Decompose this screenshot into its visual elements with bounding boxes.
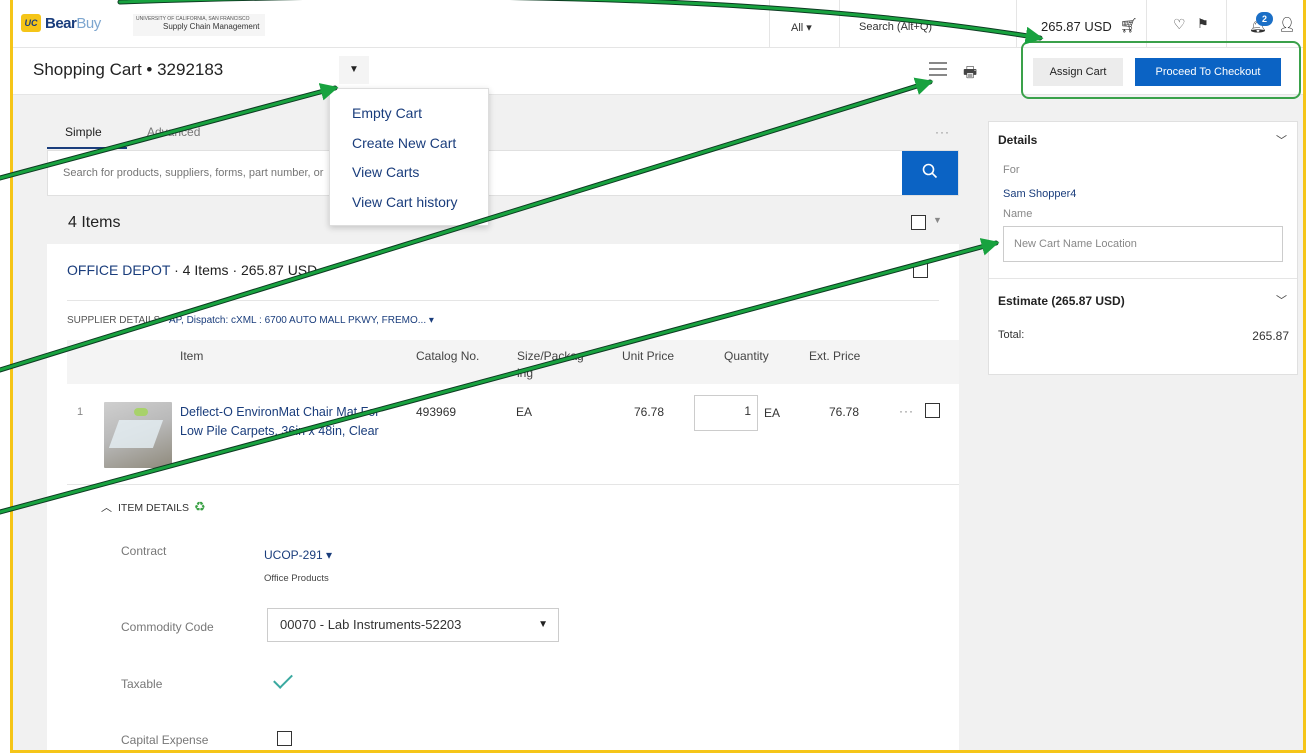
flag-icon[interactable]: ⚑ — [1197, 16, 1209, 32]
heart-icon[interactable]: ♡ — [1173, 16, 1186, 33]
product-search-bar — [47, 150, 959, 196]
quick-search[interactable]: Search (Alt+Q) — [859, 21, 932, 33]
logo-text-bear: Bear — [45, 14, 77, 32]
column-header-size: Size/Packag ing — [517, 349, 584, 380]
menu-item-view-cart-history[interactable]: View Cart history — [330, 188, 488, 218]
search-icon — [922, 163, 938, 178]
supplier-name[interactable]: OFFICE DEPOT — [67, 262, 170, 278]
for-label: For — [1003, 164, 1020, 176]
user-icon[interactable]: 👤︎ — [1278, 16, 1296, 33]
chevron-down-icon: ▼ — [538, 619, 548, 630]
annotation-highlight-box — [1021, 41, 1301, 99]
recycle-icon: ♻ — [193, 499, 206, 514]
notification-badge: 2 — [1256, 12, 1273, 26]
supplier-details: SUPPLIER DETAILS AP, Dispatch: cXML : 67… — [67, 315, 434, 326]
cart-actions-chevron-down-icon[interactable]: ▼ — [339, 56, 369, 84]
menu-icon[interactable] — [929, 62, 947, 78]
catalog-number: 493969 — [416, 405, 457, 419]
item-details-label: ITEM DETAILS — [118, 502, 189, 514]
divider — [839, 0, 840, 48]
search-button[interactable] — [902, 151, 958, 195]
select-all-checkbox[interactable] — [911, 215, 926, 230]
supplier-checkbox[interactable] — [913, 263, 928, 278]
screenshot-frame: UC BearBuy UNIVERSITY OF CALIFORNIA, SAN… — [10, 0, 1306, 753]
menu-item-empty-cart[interactable]: Empty Cart — [330, 99, 488, 129]
taxable-label: Taxable — [121, 677, 163, 691]
cart-icon[interactable]: 🛒︎ — [1120, 17, 1138, 34]
cart-details-panel: Details ﹀ For Sam Shopper4 Name Estimate… — [988, 121, 1298, 375]
name-label: Name — [1003, 208, 1033, 220]
table-header: Item Catalog No. Size/Packag ing Unit Pr… — [67, 340, 959, 384]
tab-simple[interactable]: Simple — [65, 125, 102, 139]
for-user-link[interactable]: Sam Shopper4 — [1003, 188, 1076, 200]
commodity-code-select[interactable]: 00070 - Lab Instruments-52203 ▼ — [267, 608, 559, 642]
column-header-item: Item — [180, 349, 204, 363]
product-title-link[interactable]: Deflect-O EnvironMat Chair Mat For Low P… — [180, 403, 400, 441]
university-logo: UNIVERSITY OF CALIFORNIA, SAN FRANCISCO … — [133, 14, 265, 36]
contract-label: Contract — [121, 544, 167, 558]
contract-dropdown[interactable]: UCOP-291 ▾ — [264, 548, 332, 562]
search-tabs: Simple Advanced — [47, 125, 200, 151]
extended-price: 76.78 — [829, 405, 860, 419]
active-tab-underline — [47, 147, 127, 149]
items-count: 4 Items — [68, 214, 121, 231]
uc-logo-icon: UC — [21, 14, 41, 32]
commodity-code-label: Commodity Code — [121, 620, 214, 634]
unit-of-measure: EA — [764, 406, 781, 420]
cart-actions-menu: Empty Cart Create New Cart View Carts Vi… — [329, 88, 489, 226]
estimate-title: Estimate (265.87 USD) — [998, 294, 1125, 308]
chevron-up-icon: ︿ — [101, 502, 112, 514]
total-value: 265.87 — [1252, 329, 1289, 343]
supplier-details-label: SUPPLIER DETAILS — [67, 315, 161, 326]
column-header-catalog: Catalog No. — [416, 349, 480, 363]
page-title: Shopping Cart • 3292183 — [33, 60, 224, 79]
capital-expense-label: Capital Expense — [121, 733, 209, 747]
details-title: Details — [998, 133, 1038, 147]
column-header-ext-price: Ext. Price — [809, 349, 861, 363]
tab-advanced[interactable]: Advanced — [147, 125, 200, 139]
divider — [1016, 0, 1017, 48]
checkmark-icon — [273, 669, 293, 689]
row-number: 1 — [77, 406, 84, 418]
total-label: Total: — [998, 329, 1025, 341]
quantity-input[interactable]: 1 — [694, 395, 758, 431]
divider — [769, 0, 770, 48]
search-scope-dropdown[interactable]: All ▾ — [791, 21, 812, 34]
logo-text-buy: Buy — [76, 14, 101, 32]
column-header-unit-price: Unit Price — [622, 349, 675, 363]
bearbuy-logo[interactable]: UC BearBuy — [21, 14, 101, 32]
divider — [67, 484, 959, 485]
commodity-code-value: 00070 - Lab Instruments-52203 — [280, 617, 462, 632]
menu-item-view-carts[interactable]: View Carts — [330, 158, 488, 188]
row-checkbox[interactable] — [925, 403, 940, 418]
details-chevron-down-icon[interactable]: ﹀ — [1276, 132, 1287, 148]
divider — [67, 300, 939, 301]
menu-item-create-new-cart[interactable]: Create New Cart — [330, 129, 488, 159]
supplier-summary: · 4 Items · 265.87 USD — [170, 262, 318, 278]
column-header-quantity: Quantity — [724, 349, 769, 363]
product-image[interactable] — [104, 402, 172, 468]
capital-expense-checkbox[interactable] — [277, 731, 292, 746]
row-more-options-icon[interactable]: ··· — [899, 404, 914, 418]
size-packaging: EA — [516, 405, 533, 419]
cart-total[interactable]: 265.87 USD — [1041, 19, 1112, 34]
contract-description: Office Products — [264, 573, 329, 584]
select-options-chevron-down-icon[interactable]: ▼ — [933, 215, 942, 225]
supplier-header: OFFICE DEPOT · 4 Items · 265.87 USD — [67, 262, 317, 278]
supplier-card: OFFICE DEPOT · 4 Items · 265.87 USD SUPP… — [47, 244, 959, 750]
divider — [989, 278, 1297, 279]
estimate-chevron-down-icon[interactable]: ﹀ — [1276, 292, 1287, 308]
more-options-icon[interactable]: ··· — [935, 125, 950, 139]
printer-icon[interactable]: 🖶︎ — [963, 62, 977, 87]
supplier-details-dropdown[interactable]: AP, Dispatch: cXML : 6700 AUTO MALL PKWY… — [169, 315, 434, 326]
cart-name-field[interactable] — [1003, 226, 1283, 262]
department-name: Supply Chain Management — [163, 22, 260, 31]
item-details-toggle[interactable]: ︿ ITEM DETAILS ♻ — [101, 499, 206, 515]
unit-price: 76.78 — [634, 405, 665, 419]
